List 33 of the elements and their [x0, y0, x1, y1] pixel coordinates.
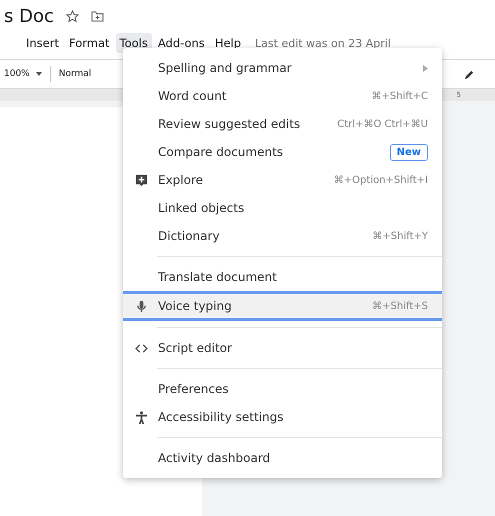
- menu-bar-item[interactable]: Format: [64, 33, 114, 53]
- style-dropdown[interactable]: Normal: [58, 69, 92, 79]
- code-icon: [135, 344, 148, 352]
- pen-icon[interactable]: [464, 68, 475, 80]
- menu-item[interactable]: Dictionary ⌘+Shift+Y: [123, 222, 442, 250]
- menu-item[interactable]: Preferences: [123, 375, 442, 403]
- menu-bar-item[interactable]: Insert: [22, 33, 63, 53]
- accessibility-icon: [135, 410, 148, 424]
- menu-item[interactable]: Voice typing ⌘+Shift+S: [123, 291, 442, 321]
- new-badge: New: [390, 144, 428, 160]
- shortcut-text: ⌘+Option+Shift+I: [334, 174, 428, 186]
- menu-item[interactable]: Linked objects: [123, 194, 442, 222]
- folder-icon[interactable]: [90, 11, 104, 22]
- shortcut-text: ⌘+Shift+Y: [372, 230, 428, 242]
- menu-item[interactable]: Compare documents New: [123, 138, 442, 166]
- shortcut-text: Ctrl+⌘O Ctrl+⌘U: [337, 118, 428, 130]
- menu-item[interactable]: Activity dashboard: [123, 444, 442, 472]
- document-title: s Doc: [4, 6, 54, 27]
- menu-item[interactable]: Accessibility settings: [123, 403, 442, 431]
- explore-icon: [135, 174, 148, 186]
- shortcut-text: ⌘+Shift+S: [372, 300, 428, 312]
- zoom-dropdown[interactable]: 100%: [4, 69, 42, 79]
- last-edit-link[interactable]: Last edit was on 23 April: [255, 36, 391, 50]
- menu-item[interactable]: Word count ⌘+Shift+C: [123, 82, 442, 110]
- menu-item[interactable]: Review suggested edits Ctrl+⌘O Ctrl+⌘U: [123, 110, 442, 138]
- menu-item[interactable]: Script editor: [123, 334, 442, 362]
- menu-item[interactable]: Spelling and grammar: [123, 54, 442, 82]
- menu-item[interactable]: Translate document: [123, 263, 442, 291]
- menu-item[interactable]: Explore ⌘+Option+Shift+I: [123, 166, 442, 194]
- caret-icon: [36, 72, 42, 76]
- star-icon[interactable]: [66, 10, 79, 23]
- microphone-icon: [135, 300, 148, 312]
- shortcut-text: ⌘+Shift+C: [372, 90, 428, 102]
